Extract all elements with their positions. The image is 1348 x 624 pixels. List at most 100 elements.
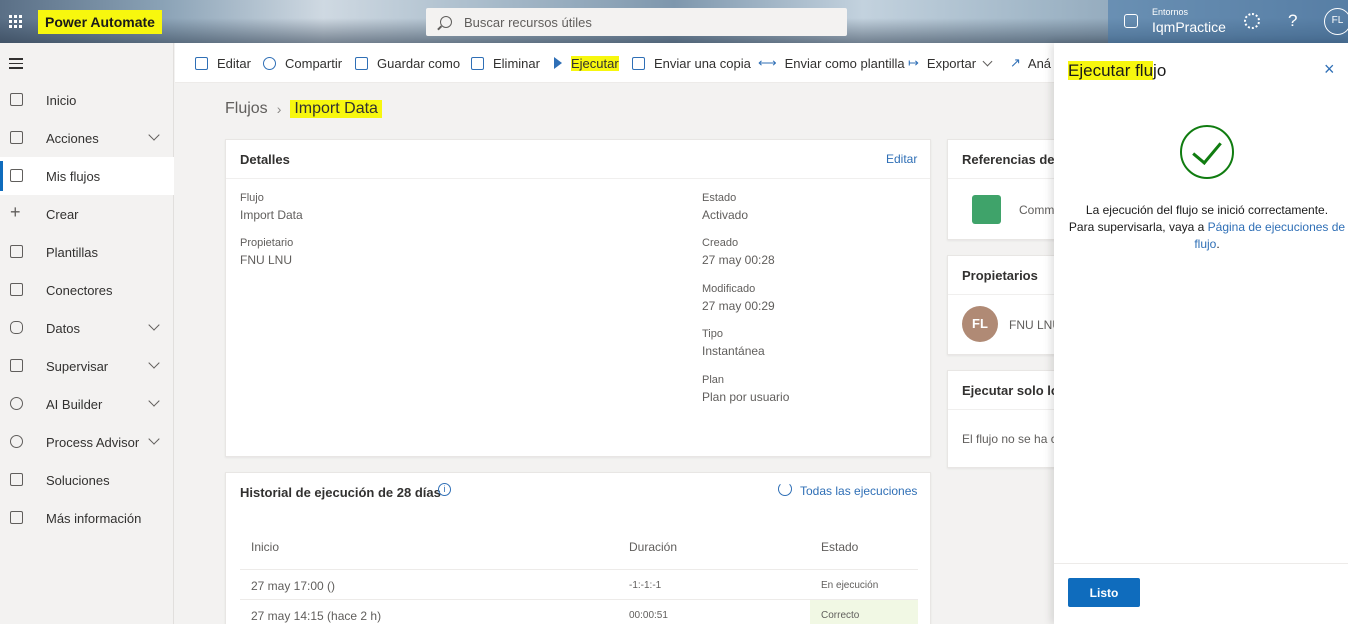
sidebar-item-label: Crear <box>46 206 79 222</box>
sidebar-item-label: Inicio <box>46 92 77 108</box>
share-label: Compartir <box>285 55 343 71</box>
table-row[interactable]: 27 may 14:15 (hace 2 h) 00:00:51 Correct… <box>240 599 918 624</box>
success-message-end: . <box>1216 237 1220 251</box>
sidebar-item-mis-flujos[interactable]: Mis flujos <box>0 157 174 195</box>
share-button[interactable]: Compartir <box>263 43 342 83</box>
sidebar-item-label: Conectores <box>46 282 113 298</box>
process-advisor-icon <box>10 435 23 448</box>
environment-icon <box>1124 14 1138 28</box>
sidebar-item-label: Supervisar <box>46 358 109 374</box>
column-header-start[interactable]: Inicio <box>251 540 279 554</box>
sidebar-item-ai-builder[interactable]: AI Builder <box>0 385 174 423</box>
book-icon <box>10 511 23 524</box>
table-row[interactable]: 27 may 17:00 () -1:-1:-1 En ejecución <box>240 569 918 599</box>
success-message: La ejecución del flujo se inició correct… <box>1060 202 1348 253</box>
export-label: Exportar <box>926 55 977 71</box>
run-button[interactable]: Ejecutar <box>554 43 619 83</box>
sidebar-item-label: Soluciones <box>46 472 110 488</box>
plan-label: Plan <box>702 374 725 386</box>
clipboard-icon <box>10 131 23 144</box>
share-icon <box>263 56 276 70</box>
chevron-down-icon <box>148 357 160 369</box>
run-duration: -1:-1:-1 <box>629 580 662 591</box>
gear-icon[interactable] <box>1244 13 1260 29</box>
done-button[interactable]: Listo <box>1068 578 1140 607</box>
chevron-down-icon <box>148 395 160 407</box>
save-as-button[interactable]: Guardar como <box>355 43 460 83</box>
sidebar-item-acciones[interactable]: Acciones <box>0 119 174 157</box>
run-duration: 00:00:51 <box>629 610 668 621</box>
run-start: 27 may 14:15 (hace 2 h) <box>251 609 382 623</box>
sidebar-item-process-advisor[interactable]: Process Advisor <box>0 423 174 461</box>
environment-name: IqmPractice <box>1152 19 1226 35</box>
sidebar-item-label: Más información <box>46 510 142 526</box>
arrows-icon: ⟷ <box>758 55 777 70</box>
page-title: Import Data <box>290 100 382 118</box>
app-launcher-icon[interactable] <box>0 0 30 43</box>
run-only-title: Ejecutar solo los <box>962 383 1067 398</box>
details-edit-link[interactable]: Editar <box>886 152 917 166</box>
connector-logo-icon <box>972 195 1001 224</box>
run-flow-panel: Ejecutar flujo × La ejecución del flujo … <box>1054 43 1348 624</box>
state-value: Activado <box>702 208 749 222</box>
send-as-template-label: Enviar como plantilla <box>784 55 905 71</box>
edit-button[interactable]: Editar <box>195 43 251 83</box>
details-card: Detalles Editar Flujo Import Data Propie… <box>225 139 931 457</box>
sidebar-item-mas-informacion[interactable]: Más información <box>0 499 174 537</box>
chevron-right-icon: › <box>276 101 282 117</box>
app-title[interactable]: Power Automate <box>38 10 162 34</box>
modified-value: 27 may 00:29 <box>702 299 775 313</box>
panel-footer-divider <box>1054 563 1348 564</box>
reference-item[interactable]: Comm <box>1019 203 1054 217</box>
success-check-icon <box>1180 125 1234 179</box>
chevron-down-icon <box>148 129 160 141</box>
copy-icon <box>632 56 645 70</box>
environment-picker[interactable]: Entornos IqmPractice ? FL <box>1108 0 1348 43</box>
created-value: 27 may 00:28 <box>702 253 775 267</box>
trash-icon <box>471 56 484 70</box>
panel-title-highlighted: Ejecutar flu <box>1068 61 1154 80</box>
sidebar-item-crear[interactable]: + Crear <box>0 195 174 233</box>
sidebar-item-soluciones[interactable]: Soluciones <box>0 461 174 499</box>
send-copy-button[interactable]: Enviar una copia <box>632 43 751 83</box>
breadcrumb: Flujos › Import Data <box>225 100 382 118</box>
send-copy-label: Enviar una copia <box>654 55 751 71</box>
sidebar-item-plantillas[interactable]: Plantillas <box>0 233 174 271</box>
connector-icon <box>10 283 23 296</box>
flow-label: Flujo <box>240 192 264 204</box>
send-as-template-button[interactable]: ⟷ Enviar como plantilla <box>758 43 905 83</box>
all-runs-link[interactable]: Todas las ejecuciones <box>800 484 917 498</box>
sidebar-item-supervisar[interactable]: Supervisar <box>0 347 174 385</box>
column-header-duration[interactable]: Duración <box>629 540 677 554</box>
close-icon[interactable]: × <box>1324 60 1335 78</box>
sidebar-item-datos[interactable]: Datos <box>0 309 174 347</box>
delete-button[interactable]: Eliminar <box>471 43 540 83</box>
modified-label: Modificado <box>702 283 756 295</box>
chart-icon: ↗ <box>1010 55 1021 70</box>
export-button[interactable]: ↦ Exportar <box>908 43 993 83</box>
solutions-icon <box>10 473 23 486</box>
play-icon <box>554 57 562 69</box>
references-title: Referencias de l <box>962 152 1062 167</box>
export-icon: ↦ <box>908 55 919 70</box>
analytics-button[interactable]: ↗ Aná <box>1010 43 1051 83</box>
run-history-card: Historial de ejecución de 28 días i Toda… <box>225 472 931 624</box>
command-bar: Editar Compartir Guardar como Eliminar E… <box>175 43 1055 83</box>
hamburger-menu-icon[interactable] <box>9 58 23 72</box>
type-label: Tipo <box>702 328 723 340</box>
help-icon[interactable]: ? <box>1288 11 1297 31</box>
column-header-status[interactable]: Estado <box>821 540 858 554</box>
details-title: Detalles <box>240 152 290 167</box>
success-message-line2: Para supervisarla, vaya a Página de ejec… <box>1060 219 1348 253</box>
flow-icon <box>10 169 23 182</box>
sidebar-item-conectores[interactable]: Conectores <box>0 271 174 309</box>
avatar: FL <box>962 306 998 342</box>
sidebar-item-inicio[interactable]: Inicio <box>0 81 174 119</box>
search-input[interactable]: Buscar recursos útiles <box>426 8 847 36</box>
user-avatar[interactable]: FL <box>1324 8 1348 35</box>
created-label: Creado <box>702 237 739 249</box>
run-only-text: El flujo no se ha c <box>962 432 1057 446</box>
breadcrumb-root[interactable]: Flujos <box>225 100 268 118</box>
ai-builder-icon <box>10 397 23 410</box>
info-icon[interactable]: i <box>438 483 451 496</box>
